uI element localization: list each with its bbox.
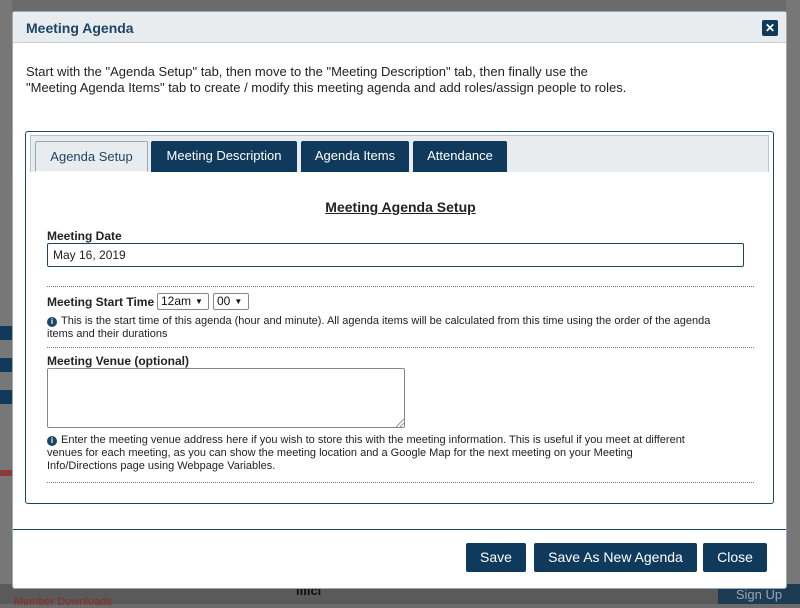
instructions-line: Start with the "Agenda Setup" tab, then …: [26, 64, 588, 79]
save-button[interactable]: Save: [466, 543, 526, 572]
background-strip: [0, 358, 12, 372]
meeting-date-input[interactable]: [47, 243, 744, 267]
tab-meeting-description[interactable]: Meeting Description: [151, 141, 297, 172]
section-heading: Meeting Agenda Setup: [325, 199, 476, 215]
dropdown-arrow-icon: ▼: [195, 297, 203, 306]
venue-textarea[interactable]: [47, 368, 405, 428]
resize-grip-icon[interactable]: [396, 419, 404, 427]
tab-agenda-setup[interactable]: Agenda Setup: [35, 141, 148, 172]
hint-text: Enter the meeting venue address here if …: [61, 434, 685, 446]
dialog-instructions: Start with the "Agenda Setup" tab, then …: [26, 64, 726, 96]
tab-agenda-items[interactable]: Agenda Items: [301, 141, 409, 172]
hint-text: This is the start time of this agenda (h…: [61, 315, 711, 327]
dropdown-arrow-icon: ▼: [234, 297, 243, 306]
minute-select-value: 00: [217, 294, 231, 308]
hint-text: Info/Directions page using Webpage Varia…: [47, 460, 276, 472]
background-strip: [0, 326, 12, 340]
close-button[interactable]: Close: [703, 543, 767, 572]
hour-select-value: 12am: [161, 294, 192, 308]
divider: [47, 347, 754, 348]
background-right-column: [786, 0, 800, 604]
footer-divider: [13, 529, 786, 530]
info-icon: i: [47, 317, 57, 327]
close-icon[interactable]: ✕: [762, 20, 778, 36]
venue-hint: i Enter the meeting venue address here if…: [47, 434, 747, 473]
dialog-titlebar: Meeting Agenda ✕: [13, 12, 786, 43]
hint-text: items and their durations: [47, 328, 168, 340]
start-time-label: Meeting Start Time: [47, 295, 155, 309]
background-link: Member Downloads: [14, 596, 112, 608]
venue-label: Meeting Venue (optional): [47, 354, 190, 368]
minute-select[interactable]: 00 ▼: [213, 293, 249, 310]
meeting-agenda-dialog: Meeting Agenda ✕ Start with the "Agenda …: [12, 11, 787, 589]
background-strip: [0, 390, 12, 404]
hint-text: venues for each meeting, as you can show…: [47, 447, 633, 459]
background-strip: [0, 470, 12, 476]
hour-select[interactable]: 12am ▼: [157, 293, 209, 310]
dialog-title: Meeting Agenda: [26, 20, 134, 36]
start-time-hint: i This is the start time of this agenda (…: [47, 315, 747, 341]
divider: [47, 482, 754, 483]
tab-attendance[interactable]: Attendance: [413, 141, 507, 172]
instructions-line: "Meeting Agenda Items" tab to create / m…: [26, 80, 627, 95]
tab-panel: Agenda Setup Meeting Description Agenda …: [25, 131, 774, 504]
divider: [47, 286, 754, 287]
info-icon: i: [47, 436, 57, 446]
background-left-column: [0, 0, 12, 604]
meeting-date-label: Meeting Date: [47, 229, 122, 243]
save-as-new-agenda-button[interactable]: Save As New Agenda: [534, 543, 697, 572]
tab-bar: Agenda Setup Meeting Description Agenda …: [30, 135, 769, 172]
